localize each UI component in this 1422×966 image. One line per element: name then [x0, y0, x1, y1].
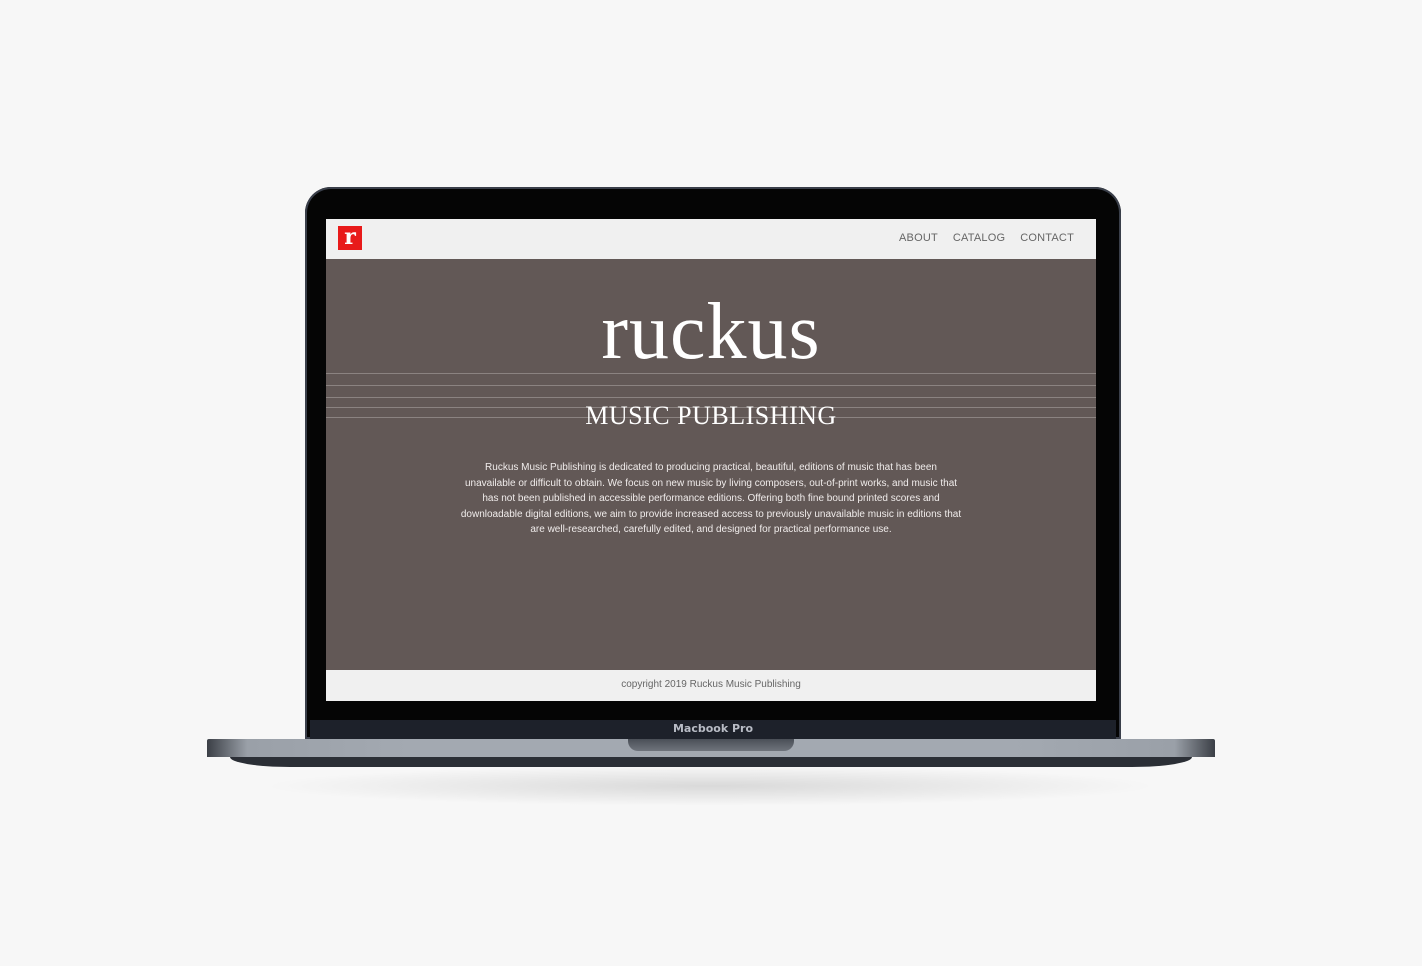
site-navbar: r ABOUT CATALOG CONTACT: [326, 219, 1096, 259]
device-label: Macbook Pro: [672, 722, 754, 735]
nav-link-about[interactable]: ABOUT: [899, 232, 938, 244]
brand-title: ruckus: [601, 288, 821, 376]
laptop-notch: [628, 739, 794, 751]
brand-subtitle: MUSIC PUBLISHING: [585, 401, 837, 430]
copyright-text: copyright 2019 Ruckus Music Publishing: [621, 679, 801, 690]
mockup-stage: r ABOUT CATALOG CONTACT ruckus MUSIC PUB…: [0, 0, 1422, 966]
website-screen: r ABOUT CATALOG CONTACT ruckus MUSIC PUB…: [326, 219, 1096, 701]
staff-line: [326, 385, 1096, 386]
about-description: Ruckus Music Publishing is dedicated to …: [460, 462, 962, 535]
staff-line: [326, 397, 1096, 398]
laptop-base-bottom: [230, 757, 1192, 767]
nav-link-contact[interactable]: CONTACT: [1020, 232, 1074, 244]
ruckus-logo-icon[interactable]: r: [338, 226, 362, 250]
hero-section: ruckus MUSIC PUBLISHING Ruckus Music Pub…: [326, 259, 1096, 670]
laptop-shadow: [260, 766, 1160, 806]
nav-links: ABOUT CATALOG CONTACT: [899, 232, 1074, 244]
nav-link-catalog[interactable]: CATALOG: [953, 232, 1005, 244]
site-footer: copyright 2019 Ruckus Music Publishing: [326, 670, 1096, 701]
